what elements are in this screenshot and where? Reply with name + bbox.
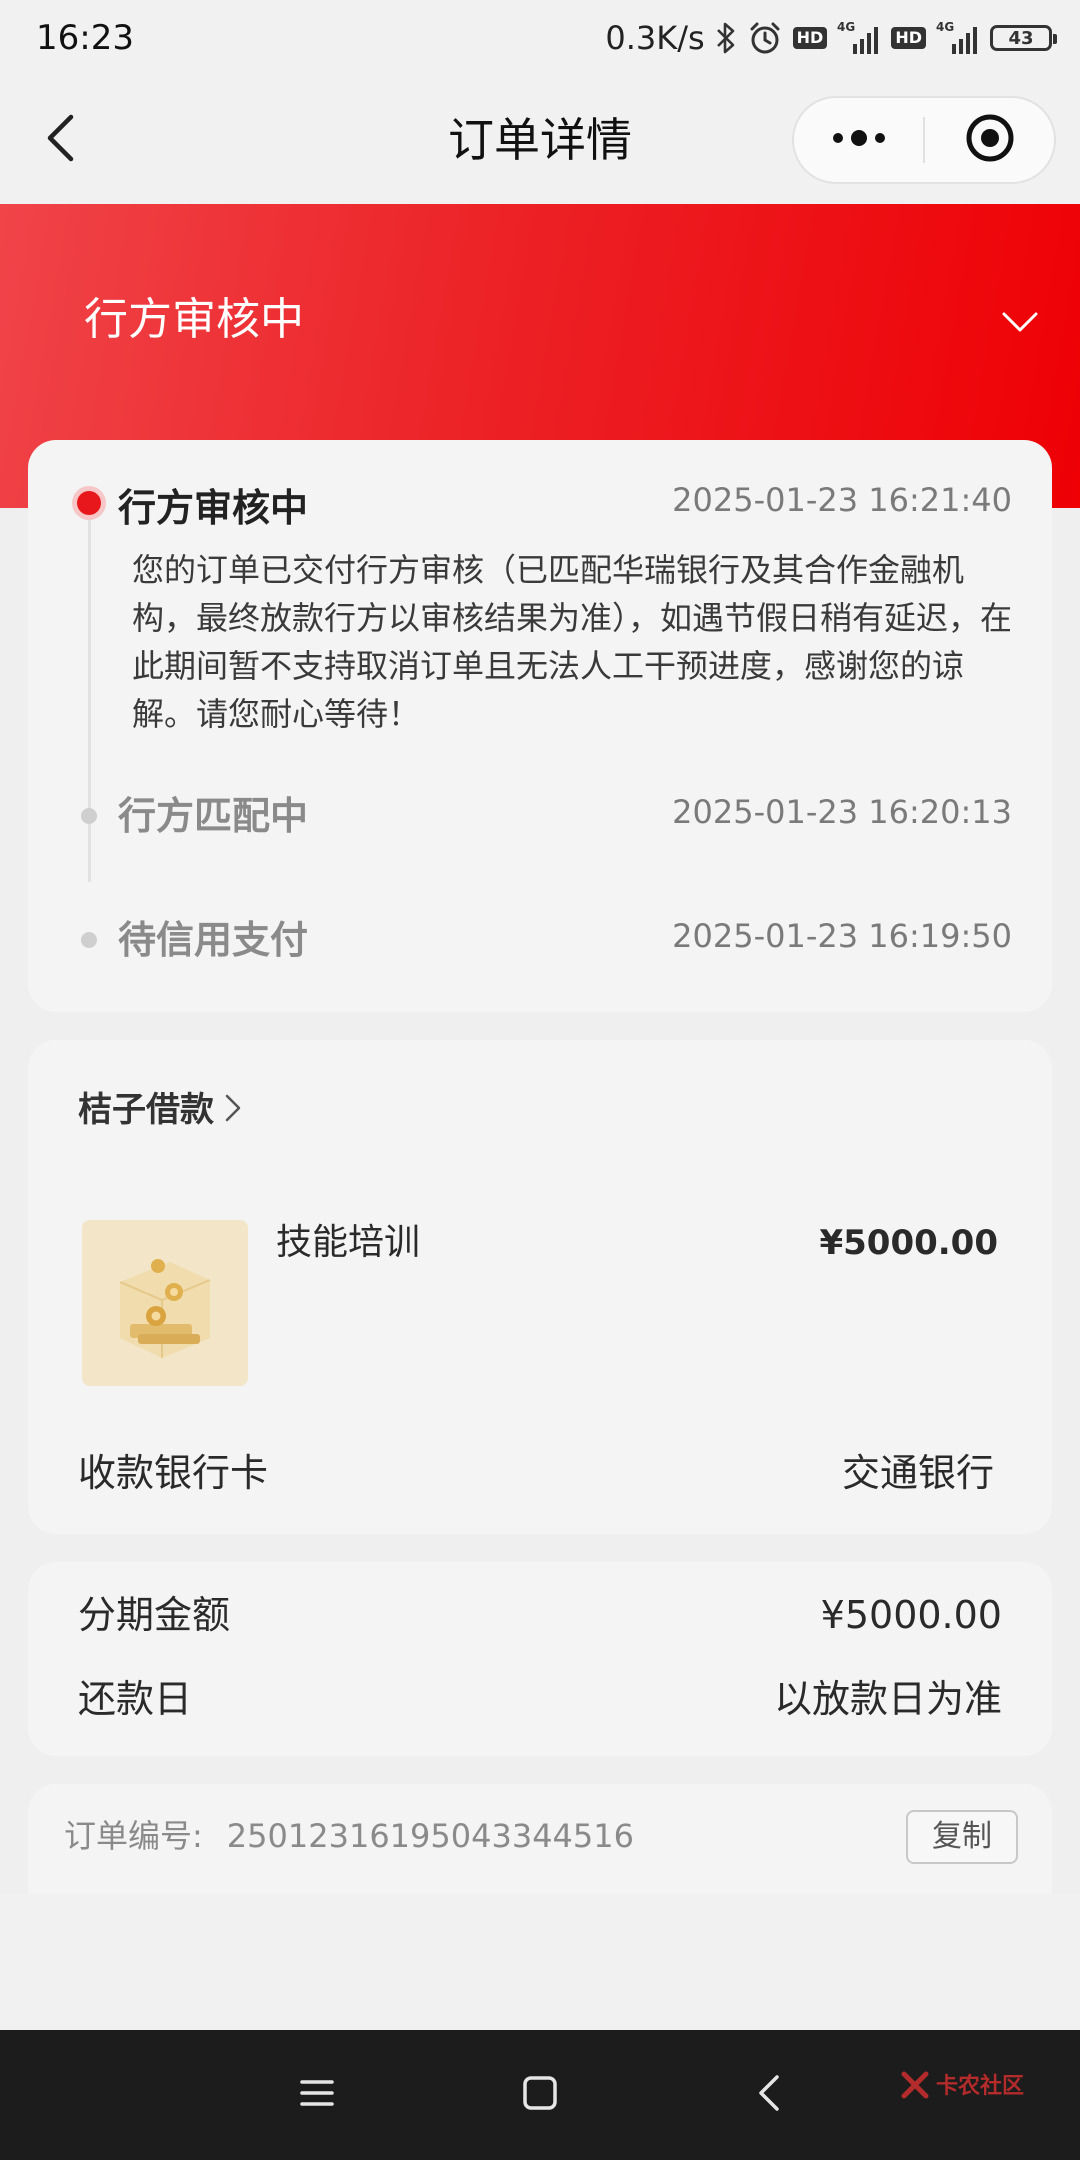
timeline-step-time: 2025-01-23 16:20:13 — [672, 793, 1012, 831]
order-number-value: 25012316195043344516 — [226, 1817, 634, 1855]
timeline-step-description: 您的订单已交付行方审核（已匹配华瑞银行及其合作金融机构，最终放款行方以审核结果为… — [132, 551, 1013, 733]
net-speed: 0.3K/s — [605, 19, 705, 57]
signal-icon: 4G — [837, 20, 881, 56]
close-mini-program-button[interactable] — [925, 98, 1054, 182]
merchant-name: 桔子借款 — [78, 1090, 214, 1130]
target-icon — [965, 113, 1015, 167]
repayment-day-label: 还款日 — [78, 1677, 193, 1721]
watermark-text: 卡农社区 — [935, 2074, 1024, 2099]
order-number-row: 订单编号: 25012316195043344516 — [64, 1814, 634, 1858]
timeline-step-time: 2025-01-23 16:21:40 — [672, 481, 1012, 519]
timeline-step-title: 待信用支付 — [118, 918, 309, 962]
product-name: 技能培训 — [276, 1222, 421, 1263]
nav-back-button[interactable] — [734, 2060, 804, 2130]
order-status-title: 行方审核中 — [84, 294, 304, 345]
battery-icon: 43 — [990, 25, 1057, 51]
timeline-step-time: 2025-01-23 16:19:50 — [672, 917, 1012, 955]
alarm-icon — [747, 20, 783, 56]
product-image — [82, 1220, 248, 1386]
watermark-logo-icon — [900, 2070, 930, 2104]
status-time: 16:23 — [36, 18, 134, 58]
timeline-dot — [81, 808, 97, 824]
timeline-step-title: 行方匹配中 — [118, 794, 309, 838]
timeline-line — [88, 502, 91, 882]
installment-amount-value: ¥5000.00 — [820, 1593, 1002, 1637]
back-icon — [757, 2074, 781, 2116]
bank-card-label: 收款银行卡 — [78, 1451, 269, 1495]
merchant-link[interactable]: 桔子借款 — [78, 1086, 242, 1134]
more-icon — [829, 128, 889, 152]
status-icons: 0.3K/s HD 4G HD 4G 43 — [605, 14, 1057, 62]
installment-amount-label: 分期金额 — [78, 1593, 231, 1637]
hd-badge: HD — [792, 27, 828, 49]
expand-button[interactable] — [1000, 302, 1040, 342]
bluetooth-icon — [715, 21, 737, 55]
installment-card: 分期金额 ¥5000.00 还款日 以放款日为准 — [28, 1562, 1052, 1756]
watermark: 卡农社区 — [900, 2070, 1024, 2104]
timeline-step-title: 行方审核中 — [118, 486, 309, 530]
repayment-day-value: 以放款日为准 — [773, 1677, 1002, 1721]
menu-icon — [299, 2078, 335, 2112]
svg-text:4G: 4G — [936, 20, 954, 34]
back-icon — [45, 113, 75, 167]
recent-apps-button[interactable] — [282, 2060, 352, 2130]
home-icon — [522, 2075, 558, 2115]
order-number-label: 订单编号: — [64, 1817, 203, 1855]
chevron-down-icon — [1000, 312, 1040, 346]
product-price: ¥5000.00 — [819, 1223, 998, 1263]
copy-button[interactable]: 复制 — [906, 1810, 1018, 1864]
timeline-dot — [81, 932, 97, 948]
product-card: 桔子借款 技能培训 ¥5000.00 收款银行卡 交通银行 — [28, 1040, 1052, 1534]
timeline-dot-active — [72, 486, 106, 520]
hd-badge-2: HD — [891, 27, 926, 49]
mini-program-capsule — [792, 96, 1056, 184]
more-button[interactable] — [794, 98, 923, 182]
timeline-card: 行方审核中 2025-01-23 16:21:40 您的订单已交付行方审核（已匹… — [28, 440, 1052, 1012]
signal-icon-2: 4G — [936, 20, 980, 56]
svg-text:4G: 4G — [837, 20, 855, 34]
page-bottom — [0, 1894, 1080, 2030]
status-bar: 16:23 0.3K/s HD 4G HD 4G 43 — [0, 0, 1080, 76]
home-button[interactable] — [505, 2060, 575, 2130]
back-button[interactable] — [30, 102, 90, 178]
navigation-bar: 卡农社区 — [0, 2030, 1080, 2160]
chevron-right-icon — [224, 1093, 242, 1127]
title-bar: 订单详情 — [0, 76, 1080, 204]
bank-card-value: 交通银行 — [841, 1451, 994, 1495]
